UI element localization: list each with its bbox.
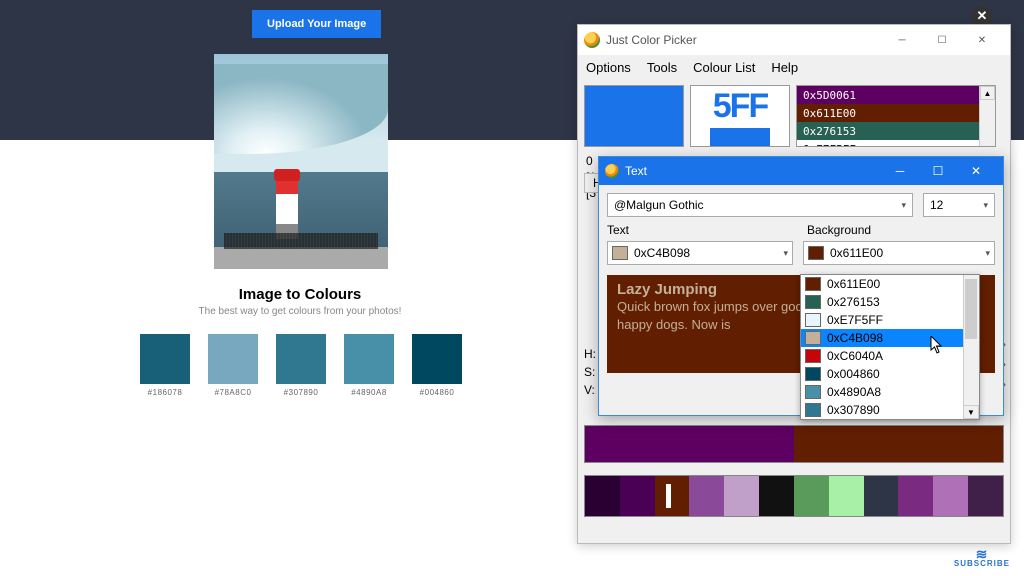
extracted-swatches: #186078 #78A8C0 #307890 #4890A8 #004860 — [140, 334, 462, 397]
dropdown-option[interactable]: 0x611E00 — [801, 275, 979, 293]
palette-color[interactable] — [759, 476, 794, 516]
bg-color-label: Background — [807, 223, 871, 237]
history-scrollbar[interactable]: ▲ — [979, 86, 995, 146]
hsv-readout: H: S: V: — [584, 345, 596, 399]
chevron-down-icon: ▾ — [901, 200, 906, 211]
font-size-select[interactable]: 12▾ — [923, 193, 995, 217]
chevron-down-icon: ▾ — [983, 200, 988, 211]
palette-color[interactable] — [968, 476, 1003, 516]
palette-color[interactable] — [864, 476, 899, 516]
page-title: Image to Colours — [0, 286, 600, 303]
palette-color[interactable] — [620, 476, 655, 516]
scroll-up-icon[interactable]: ▲ — [980, 86, 995, 100]
swatch-item[interactable]: #4890A8 — [344, 334, 394, 397]
dropdown-scrollbar[interactable] — [963, 275, 979, 419]
history-row[interactable]: 0x5D0061 — [797, 86, 995, 104]
page-subtitle: The best way to get colours from your ph… — [0, 306, 600, 317]
menu-bar: Options Tools Colour List Help — [578, 55, 1010, 79]
dropdown-option[interactable]: 0xE7F5FF — [801, 311, 979, 329]
palette-color[interactable] — [933, 476, 968, 516]
history-row[interactable]: 0x611E00 — [797, 104, 995, 122]
color-history-list[interactable]: 0x5D0061 0x611E00 0x276153 0xE7F5FF ▲ — [796, 85, 996, 147]
bg-color-select[interactable]: 0x611E00 ▾ — [803, 241, 995, 265]
palette-color[interactable] — [794, 476, 829, 516]
scroll-down-icon[interactable]: ▼ — [963, 405, 979, 419]
swatch-item[interactable]: #004860 — [412, 334, 462, 397]
menu-help[interactable]: Help — [771, 60, 798, 75]
history-row[interactable]: 0xE7F5FF — [797, 140, 995, 147]
color-chip — [808, 246, 824, 260]
menu-tools[interactable]: Tools — [647, 60, 677, 75]
text-window-titlebar[interactable]: Text ─ ☐ ✕ — [599, 157, 1003, 185]
gradient-bar[interactable] — [584, 425, 1004, 463]
palette-color[interactable] — [689, 476, 724, 516]
app-icon — [605, 164, 619, 178]
app-icon — [584, 32, 600, 48]
maximize-button[interactable]: ☐ — [919, 160, 957, 182]
current-color-swatch — [584, 85, 684, 147]
palette-strip[interactable] — [584, 475, 1004, 517]
swatch-item[interactable]: #307890 — [276, 334, 326, 397]
dna-icon: ≋ — [954, 549, 1010, 559]
close-icon[interactable]: ✕ — [972, 6, 992, 26]
dropdown-option[interactable]: 0xC6040A — [801, 347, 979, 365]
bg-color-dropdown[interactable]: 0x611E00 0x276153 0xE7F5FF 0xC4B098 0xC6… — [800, 274, 980, 420]
subscribe-watermark: ≋ SUBSCRIBE — [954, 549, 1010, 568]
chevron-down-icon: ▾ — [985, 248, 990, 259]
swatch-item[interactable]: #186078 — [140, 334, 190, 397]
font-select[interactable]: @Malgun Gothic▾ — [607, 193, 913, 217]
dropdown-option[interactable]: 0x004860 — [801, 365, 979, 383]
close-button[interactable]: ✕ — [957, 160, 995, 182]
palette-selection-marker — [666, 484, 671, 508]
chevron-down-icon: ▾ — [783, 248, 788, 259]
upload-button[interactable]: Upload Your Image — [252, 10, 381, 38]
dropdown-option[interactable]: 0x4890A8 — [801, 383, 979, 401]
palette-color[interactable] — [724, 476, 759, 516]
maximize-button[interactable]: ☐ — [922, 28, 962, 52]
palette-color[interactable] — [898, 476, 933, 516]
dropdown-option[interactable]: 0x307890 — [801, 401, 979, 419]
palette-color[interactable] — [829, 476, 864, 516]
scroll-thumb[interactable] — [965, 279, 977, 339]
uploaded-image — [214, 54, 388, 269]
dropdown-option-selected[interactable]: 0xC4B098 — [801, 329, 979, 347]
text-window-title: Text — [625, 164, 881, 178]
menu-options[interactable]: Options — [586, 60, 631, 75]
history-row[interactable]: 0x276153 — [797, 122, 995, 140]
dropdown-option[interactable]: 0x276153 — [801, 293, 979, 311]
palette-color[interactable] — [655, 476, 690, 516]
window-titlebar[interactable]: Just Color Picker ─ ☐ ✕ — [578, 25, 1010, 55]
minimize-button[interactable]: ─ — [881, 160, 919, 182]
color-chip — [612, 246, 628, 260]
text-color-select[interactable]: 0xC4B098 ▾ — [607, 241, 793, 265]
minimize-button[interactable]: ─ — [882, 28, 922, 52]
zoom-preview: 5FF — [690, 85, 790, 147]
close-button[interactable]: ✕ — [962, 28, 1002, 52]
swatch-item[interactable]: #78A8C0 — [208, 334, 258, 397]
palette-color[interactable] — [585, 476, 620, 516]
window-title: Just Color Picker — [606, 33, 882, 47]
menu-colour-list[interactable]: Colour List — [693, 60, 755, 75]
text-color-label: Text — [607, 223, 797, 237]
